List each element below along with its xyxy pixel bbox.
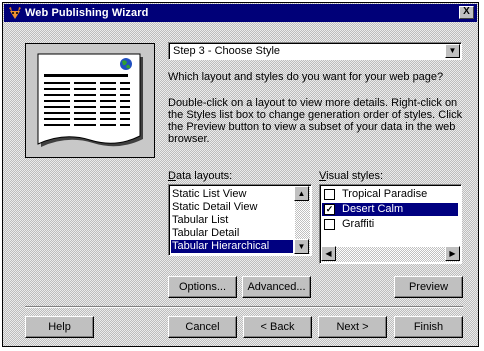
data-layout-item[interactable]: Tabular List — [171, 214, 293, 227]
data-layout-item-selected[interactable]: Tabular Hierarchical — [171, 240, 293, 253]
footer-divider — [25, 306, 463, 308]
visual-style-item-selected[interactable]: Desert Calm — [322, 203, 458, 216]
check-mark-icon: ✓ — [325, 204, 334, 214]
wizard-fox-icon — [9, 7, 21, 19]
visual-style-label: Graffiti — [342, 218, 375, 230]
web-page-preview-icon — [37, 53, 143, 147]
cancel-button-label: Cancel — [185, 321, 220, 333]
close-icon: X — [463, 6, 470, 17]
visual-style-checkbox[interactable] — [324, 219, 335, 230]
finish-button[interactable]: Finish — [394, 316, 463, 338]
scroll-left-icon: ◀ — [325, 249, 332, 258]
visual-style-label: Tropical Paradise — [342, 188, 428, 200]
instructions-line-1: Double-click on a layout to view more de… — [168, 97, 458, 109]
visual-styles-scrollbar[interactable]: ◀ ▶ — [321, 246, 460, 262]
step-select[interactable]: Step 3 - Choose Style ▼ — [168, 42, 462, 60]
cancel-button[interactable]: Cancel — [168, 316, 237, 338]
data-layouts-label: Data layouts: — [168, 170, 233, 182]
data-layouts-list[interactable]: Static List View Static Detail View Tabu… — [168, 184, 312, 256]
finish-button-label: Finish — [413, 321, 444, 333]
instructions-line-3: the Preview button to view a subset of y… — [168, 121, 456, 133]
visual-style-item[interactable]: Tropical Paradise — [322, 188, 458, 201]
visual-styles-list[interactable]: Tropical Paradise Desert Calm ✓ Graffiti… — [319, 184, 462, 264]
visual-styles-label: Visual styles: — [319, 170, 383, 182]
window-title: Web Publishing Wizard — [25, 7, 149, 19]
preview-button-label: Preview — [408, 281, 449, 293]
help-button[interactable]: Help — [25, 316, 94, 338]
chevron-down-icon: ▼ — [448, 46, 457, 55]
data-layouts-scrollbar[interactable]: ▲ ▼ — [294, 186, 310, 254]
title-bar[interactable]: Web Publishing Wizard X — [4, 4, 477, 22]
layout-preview-image — [25, 43, 155, 158]
scroll-up-button[interactable]: ▲ — [294, 186, 309, 201]
data-layout-item[interactable]: Tabular Detail — [171, 227, 293, 240]
scroll-up-icon: ▲ — [297, 189, 306, 198]
scroll-down-icon: ▼ — [297, 242, 306, 251]
instructions-line-4: browser. — [168, 133, 210, 145]
close-button[interactable]: X — [459, 6, 474, 19]
preview-button[interactable]: Preview — [394, 276, 463, 298]
visual-style-checkbox-checked[interactable]: ✓ — [324, 204, 335, 215]
options-button[interactable]: Options... — [168, 276, 237, 298]
data-layout-item[interactable]: Static List View — [171, 188, 293, 201]
visual-style-label: Desert Calm — [342, 203, 404, 215]
help-button-label: Help — [48, 321, 71, 333]
scroll-down-button[interactable]: ▼ — [294, 239, 309, 254]
step-select-dropdown-button[interactable]: ▼ — [445, 44, 460, 58]
wizard-window: Web Publishing Wizard X Step 3 - Choose … — [2, 2, 479, 347]
back-button[interactable]: < Back — [243, 316, 312, 338]
next-button[interactable]: Next > — [318, 316, 387, 338]
instructions-line-2: the Styles list box to change generation… — [168, 109, 463, 121]
back-button-label: < Back — [260, 321, 295, 333]
advanced-button[interactable]: Advanced... — [242, 276, 311, 298]
scroll-right-button[interactable]: ▶ — [445, 246, 460, 261]
advanced-button-label: Advanced... — [247, 281, 306, 293]
data-layout-item[interactable]: Static Detail View — [171, 201, 293, 214]
options-button-label: Options... — [178, 281, 227, 293]
visual-style-checkbox[interactable] — [324, 189, 335, 200]
scroll-left-button[interactable]: ◀ — [321, 246, 336, 261]
scroll-right-icon: ▶ — [449, 249, 456, 258]
style-question: Which layout and styles do you want for … — [168, 71, 444, 83]
next-button-label: Next > — [336, 321, 369, 333]
step-select-value: Step 3 - Choose Style — [173, 45, 281, 57]
visual-style-item[interactable]: Graffiti — [322, 218, 458, 231]
